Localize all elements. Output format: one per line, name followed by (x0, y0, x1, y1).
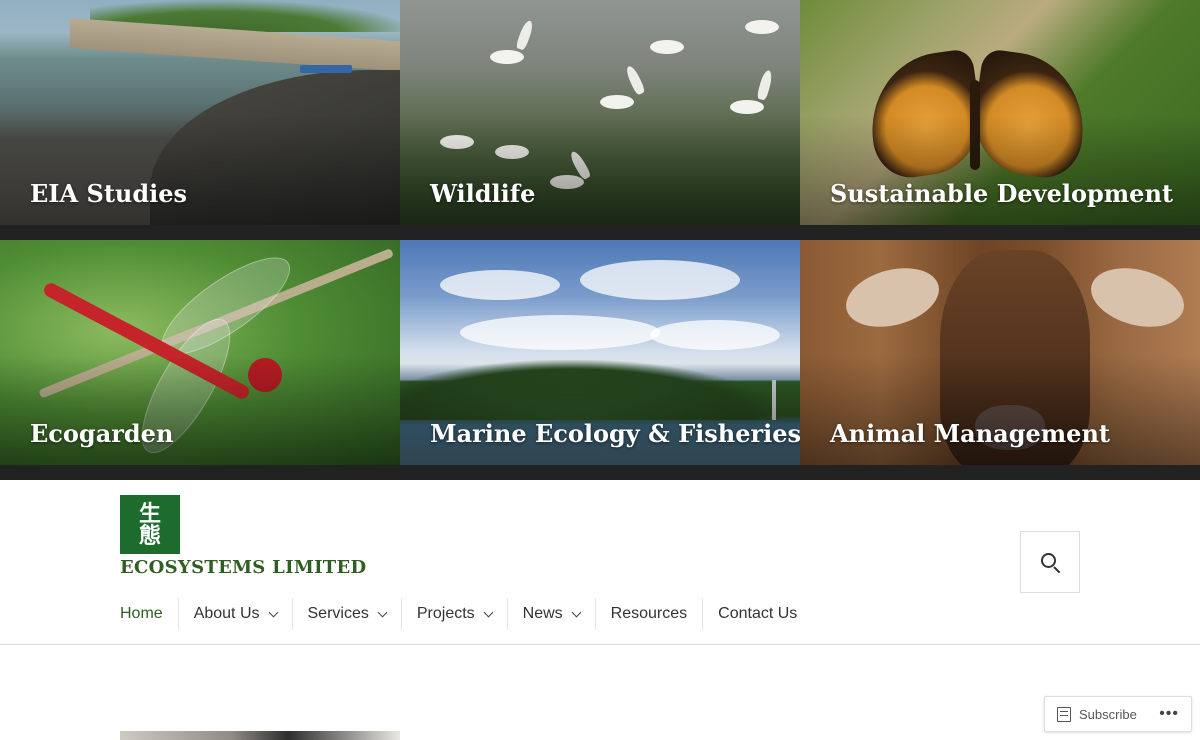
tile-label[interactable]: Sustainable Development (830, 179, 1173, 208)
tile-ecogarden[interactable]: Ecogarden (0, 240, 400, 465)
chevron-down-icon (571, 607, 582, 617)
tile-image-boat (300, 65, 352, 73)
tile-shade (800, 355, 1200, 465)
tile-shade (0, 115, 400, 225)
tile-image-ear (1084, 258, 1191, 337)
tile-marine-ecology[interactable]: Marine Ecology & Fisheries (400, 240, 800, 465)
main-navigation: Home About Us Services Projects News Res… (120, 598, 812, 630)
tile-shade (0, 355, 400, 465)
nav-item-news[interactable]: News (506, 598, 595, 630)
tile-image-cloud (460, 315, 660, 350)
header-divider (0, 644, 1200, 645)
tile-image-bird (730, 100, 764, 114)
tile-eia-studies[interactable]: EIA Studies (0, 0, 400, 225)
nav-item-services[interactable]: Services (291, 598, 401, 630)
nav-item-projects[interactable]: Projects (400, 598, 507, 630)
tile-label[interactable]: Wildlife (430, 179, 535, 208)
chevron-down-icon (377, 607, 388, 617)
site-title[interactable]: ECOSYSTEMS LIMITED (120, 557, 366, 578)
nav-item-label: Home (120, 605, 163, 622)
tile-shade (800, 115, 1200, 225)
nav-item-resources[interactable]: Resources (594, 598, 702, 630)
chevron-down-icon (268, 607, 278, 617)
subscribe-icon (1057, 706, 1071, 722)
tile-row-divider (0, 225, 1200, 240)
nav-item-contact-us[interactable]: Contact Us (702, 598, 812, 630)
tile-sustainable-development[interactable]: Sustainable Development (800, 0, 1200, 225)
logo-char: 態 (138, 522, 161, 549)
tile-image-bird (600, 95, 634, 109)
more-icon[interactable]: ••• (1159, 705, 1191, 723)
search-icon-handle (1053, 566, 1061, 574)
tile-image-bird (490, 50, 524, 64)
tile-image-cloud (440, 270, 560, 300)
nav-item-label: News (522, 605, 563, 622)
tile-label[interactable]: Marine Ecology & Fisheries (430, 419, 800, 448)
post-thumbnail[interactable] (120, 731, 400, 740)
logo-char: 生 (138, 500, 161, 527)
search-button[interactable] (1020, 531, 1080, 593)
subscribe-button[interactable]: Subscribe (1045, 697, 1137, 731)
tile-label[interactable]: EIA Studies (30, 179, 187, 208)
nav-item-label: About Us (193, 605, 260, 622)
tile-image-cloud (580, 260, 740, 300)
nav-item-label: Resources (610, 605, 688, 622)
site-logo[interactable]: 生 態 (120, 495, 180, 554)
tile-image-wing (515, 19, 535, 51)
tile-image-wing (624, 64, 646, 96)
tile-image-wing (756, 69, 774, 101)
tile-shade (400, 115, 800, 225)
tile-image-bird (745, 20, 779, 34)
tile-image-ear (839, 258, 946, 337)
nav-item-home[interactable]: Home (120, 598, 178, 630)
tile-row-divider (0, 465, 1200, 480)
tile-image-cloud (650, 320, 780, 350)
nav-item-about-us[interactable]: About Us (177, 598, 292, 630)
nav-item-label: Contact Us (718, 605, 798, 622)
tile-image-bird (650, 40, 684, 54)
tile-shade (400, 355, 800, 465)
featured-tiles: EIA Studies Wildlife Sustainable Develop… (0, 0, 1200, 480)
tile-label[interactable]: Animal Management (830, 419, 1110, 448)
tile-animal-management[interactable]: Animal Management (800, 240, 1200, 465)
chevron-down-icon (483, 607, 494, 617)
subscribe-label: Subscribe (1079, 706, 1137, 722)
subscribe-bar: Subscribe ••• (1044, 696, 1192, 732)
tile-wildlife[interactable]: Wildlife (400, 0, 800, 225)
tile-label[interactable]: Ecogarden (30, 419, 173, 448)
nav-item-label: Services (307, 605, 369, 622)
nav-item-label: Projects (416, 605, 475, 622)
